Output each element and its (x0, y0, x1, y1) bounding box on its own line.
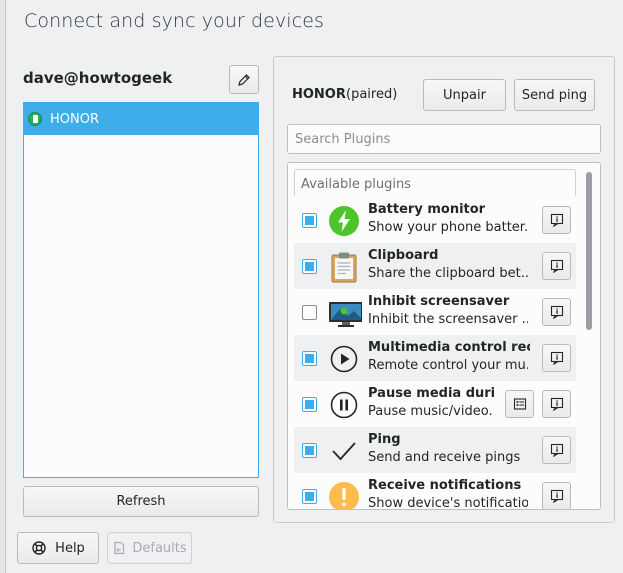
plugin-about-button[interactable] (542, 206, 571, 234)
plugin-configure-button[interactable] (505, 390, 534, 418)
plugin-description: Pause music/video... (368, 404, 494, 419)
plugin-about-button[interactable] (542, 436, 571, 464)
pause-icon (330, 391, 358, 419)
lifebuoy-icon (32, 541, 46, 555)
info-icon (550, 443, 563, 457)
info-icon (550, 489, 563, 503)
device-list-item[interactable]: HONOR (24, 103, 258, 135)
refresh-button[interactable]: Refresh (23, 486, 259, 517)
phone-icon (28, 112, 42, 126)
device-name: HONOR (292, 87, 346, 102)
plugin-about-button[interactable] (542, 390, 571, 418)
plugin-checkbox[interactable] (302, 489, 317, 504)
account-name: dave@howtogeek (23, 69, 173, 87)
plugin-name: Inhibit screensaver (368, 294, 510, 309)
plugin-name: Clipboard (368, 248, 439, 263)
plugin-description: Send and receive pings (368, 450, 521, 465)
device-list-item-label: HONOR (50, 111, 99, 127)
info-icon (550, 259, 563, 273)
info-icon (550, 305, 563, 319)
plugin-list: Available plugins Battery monitor Show y… (287, 162, 601, 510)
clipboard-icon (331, 252, 357, 283)
plugin-list-scrollbar[interactable] (586, 170, 592, 506)
plugin-list-header: Available plugins (294, 169, 576, 196)
unpair-button[interactable]: Unpair (423, 79, 506, 111)
plugin-name: Battery monitor (368, 202, 486, 217)
plugin-checkbox[interactable] (302, 351, 317, 366)
pencil-icon (238, 73, 250, 86)
plugin-name: Multimedia control recei... (368, 340, 530, 355)
info-icon (550, 397, 563, 411)
search-plugins-input[interactable] (287, 124, 601, 154)
plugin-checkbox[interactable] (302, 305, 317, 320)
plugin-description: Inhibit the screensaver ... (368, 312, 528, 327)
plugin-description: Show your phone batter... (368, 220, 528, 235)
send-ping-button[interactable]: Send ping (514, 79, 595, 111)
page-title: Connect and sync your devices (24, 10, 325, 32)
plugin-about-button[interactable] (542, 344, 571, 372)
plugin-about-button[interactable] (542, 298, 571, 326)
play-icon (330, 345, 358, 373)
device-list: HONOR (23, 102, 259, 478)
configure-icon (513, 398, 526, 410)
plugin-checkbox[interactable] (302, 259, 317, 274)
plugin-description: Remote control your mu... (368, 358, 528, 373)
plugin-checkbox[interactable] (302, 443, 317, 458)
plugin-name: Receive notifications (368, 478, 522, 493)
plugin-row-clipboard: Clipboard Share the clipboard bet... (294, 243, 576, 289)
device-status: (paired) (346, 87, 398, 102)
plugin-about-button[interactable] (542, 252, 571, 280)
document-revert-icon (114, 541, 125, 555)
info-icon (550, 213, 563, 227)
checkmark-icon (332, 442, 356, 461)
plugin-row-inhibit-screensaver: Inhibit screensaver Inhibit the screensa… (294, 289, 576, 335)
plugin-description: Share the clipboard bet... (368, 266, 528, 281)
scrollbar-thumb[interactable] (586, 172, 592, 330)
plugin-checkbox[interactable] (302, 397, 317, 412)
plugin-row-battery-monitor: Battery monitor Show your phone batter..… (294, 197, 576, 243)
defaults-button: Defaults (107, 532, 192, 564)
plugin-description: Show device's notificatio... (368, 496, 528, 510)
plugin-row-multimedia-control: Multimedia control recei... Remote contr… (294, 335, 576, 381)
plugin-about-button[interactable] (542, 482, 571, 509)
battery-icon (329, 206, 359, 236)
plugin-row-receive-notifications: Receive notifications Show device's noti… (294, 473, 576, 510)
notification-icon (329, 482, 359, 509)
help-button-label: Help (55, 540, 85, 556)
edit-account-button[interactable] (229, 65, 259, 94)
window-frame-edge (0, 0, 6, 573)
plugin-name: Ping (368, 432, 401, 447)
info-icon (550, 351, 563, 365)
plugin-checkbox[interactable] (302, 213, 317, 228)
plugin-row-ping: Ping Send and receive pings (294, 427, 576, 473)
plugin-name: Pause media durin... (368, 386, 494, 401)
plugin-row-pause-media: Pause media durin... Pause music/video..… (294, 381, 576, 427)
screensaver-icon (329, 302, 362, 327)
help-button[interactable]: Help (17, 532, 99, 564)
defaults-button-label: Defaults (132, 540, 187, 556)
